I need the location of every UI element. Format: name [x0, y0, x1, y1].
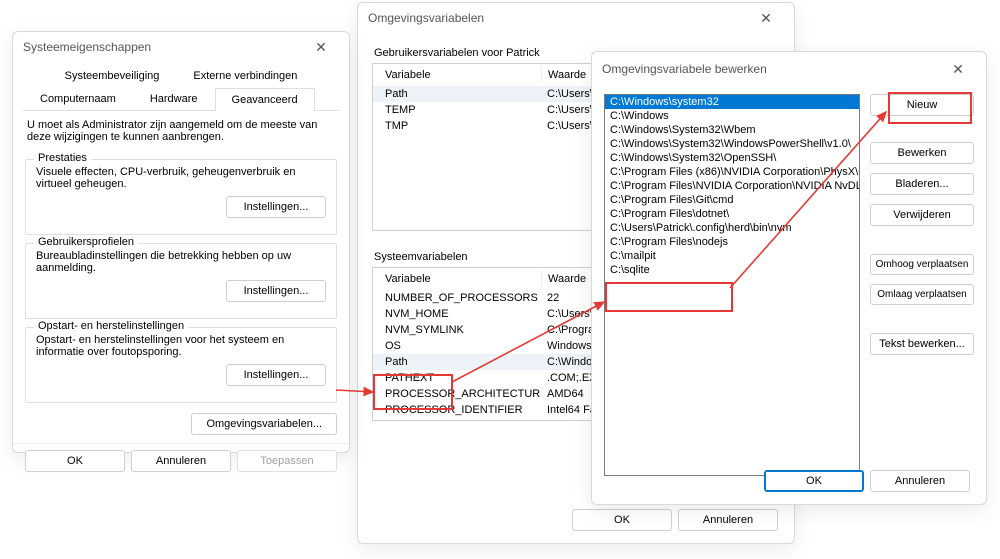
- move-up-button[interactable]: Omhoog verplaatsen: [870, 254, 974, 275]
- tab-computernaam[interactable]: Computernaam: [23, 87, 133, 110]
- group-title: Gebruikersprofielen: [34, 236, 138, 248]
- perf-settings-button[interactable]: Instellingen...: [226, 196, 326, 218]
- admin-note: U moet als Administrator zijn aangemeld …: [13, 111, 349, 151]
- cell-var: NVM_SYMLINK: [379, 323, 541, 337]
- cancel-button[interactable]: Annuleren: [678, 509, 778, 531]
- tab-hardware[interactable]: Hardware: [133, 87, 215, 110]
- apply-button[interactable]: Toepassen: [237, 450, 337, 472]
- cell-var: Path: [379, 87, 541, 101]
- browse-button[interactable]: Bladeren...: [870, 173, 974, 195]
- new-button[interactable]: Nieuw: [870, 94, 974, 116]
- window-title: Omgevingsvariabelen: [368, 11, 484, 25]
- list-item[interactable]: C:\Program Files\Git\cmd: [605, 193, 859, 207]
- ok-button[interactable]: OK: [25, 450, 125, 472]
- titlebar: Systeemeigenschappen ✕: [13, 32, 349, 62]
- env-vars-button[interactable]: Omgevingsvariabelen...: [191, 413, 337, 435]
- cell-var: TEMP: [379, 103, 541, 117]
- profiles-group: Gebruikersprofielen Bureaubladinstelling…: [25, 243, 337, 319]
- edit-button[interactable]: Bewerken: [870, 142, 974, 164]
- cell-var: NVM_HOME: [379, 307, 541, 321]
- system-properties-window: Systeemeigenschappen ✕ Systeembeveiligin…: [12, 31, 350, 453]
- cell-var: TMP: [379, 119, 541, 133]
- ok-button[interactable]: OK: [764, 470, 864, 492]
- list-item[interactable]: C:\Program Files\dotnet\: [605, 207, 859, 221]
- tab-externe-verbindingen[interactable]: Externe verbindingen: [176, 62, 314, 87]
- titlebar: Omgevingsvariabele bewerken ✕: [592, 52, 986, 86]
- cancel-button[interactable]: Annuleren: [870, 470, 970, 492]
- list-item[interactable]: C:\Users\Patrick\.config\herd\bin\nvm: [605, 221, 859, 235]
- titlebar: Omgevingsvariabelen ✕: [358, 3, 794, 33]
- prof-desc: Bureaubladinstellingen die betrekking he…: [36, 250, 326, 274]
- list-item[interactable]: C:\Program Files\nodejs: [605, 235, 859, 249]
- cancel-button[interactable]: Annuleren: [131, 450, 231, 472]
- group-title: Prestaties: [34, 152, 91, 164]
- prof-settings-button[interactable]: Instellingen...: [226, 280, 326, 302]
- perf-desc: Visuele effecten, CPU-verbruik, geheugen…: [36, 166, 326, 190]
- start-settings-button[interactable]: Instellingen...: [226, 364, 326, 386]
- cell-var: PROCESSOR_IDENTIFIER: [379, 403, 541, 417]
- close-icon[interactable]: ✕: [940, 55, 976, 83]
- tab-row-1: Systeembeveiliging Externe verbindingen: [23, 62, 339, 87]
- cell-var: OS: [379, 339, 541, 353]
- path-entries-list[interactable]: C:\Windows\system32C:\WindowsC:\Windows\…: [604, 94, 860, 476]
- close-icon[interactable]: ✕: [303, 33, 339, 61]
- cell-var: PATHEXT: [379, 371, 541, 385]
- edit-env-var-window: Omgevingsvariabele bewerken ✕ C:\Windows…: [591, 51, 987, 505]
- start-desc: Opstart- en herstelinstellingen voor het…: [36, 334, 326, 358]
- performance-group: Prestaties Visuele effecten, CPU-verbrui…: [25, 159, 337, 235]
- startup-group: Opstart- en herstelinstellingen Opstart-…: [25, 327, 337, 403]
- cell-var: NUMBER_OF_PROCESSORS: [379, 291, 541, 305]
- window-title: Omgevingsvariabele bewerken: [602, 62, 767, 76]
- col-variable[interactable]: Variabele: [379, 271, 542, 287]
- edit-text-button[interactable]: Tekst bewerken...: [870, 333, 974, 355]
- ok-button[interactable]: OK: [572, 509, 672, 531]
- tab-geavanceerd[interactable]: Geavanceerd: [215, 88, 315, 111]
- list-item[interactable]: C:\Windows\system32: [605, 95, 859, 109]
- tab-systeembeveiliging[interactable]: Systeembeveiliging: [48, 62, 177, 87]
- col-variable[interactable]: Variabele: [379, 67, 542, 83]
- list-item[interactable]: C:\Windows\System32\OpenSSH\: [605, 151, 859, 165]
- group-title: Opstart- en herstelinstellingen: [34, 320, 188, 332]
- close-icon[interactable]: ✕: [748, 4, 784, 32]
- list-item[interactable]: C:\Program Files (x86)\NVIDIA Corporatio…: [605, 165, 859, 179]
- delete-button[interactable]: Verwijderen: [870, 204, 974, 226]
- cell-var: Path: [379, 355, 541, 369]
- cell-var: PROCESSOR_ARCHITECTURE: [379, 387, 541, 401]
- tab-row-2: Computernaam Hardware Geavanceerd: [23, 87, 339, 111]
- list-item[interactable]: C:\mailpit: [605, 249, 859, 263]
- list-item[interactable]: C:\Windows\System32\Wbem: [605, 123, 859, 137]
- list-item[interactable]: C:\sqlite: [605, 263, 859, 277]
- list-item[interactable]: C:\Windows\System32\WindowsPowerShell\v1…: [605, 137, 859, 151]
- list-item[interactable]: C:\Program Files\NVIDIA Corporation\NVID…: [605, 179, 859, 193]
- list-item[interactable]: C:\Windows: [605, 109, 859, 123]
- move-down-button[interactable]: Omlaag verplaatsen: [870, 284, 974, 305]
- window-title: Systeemeigenschappen: [23, 40, 151, 54]
